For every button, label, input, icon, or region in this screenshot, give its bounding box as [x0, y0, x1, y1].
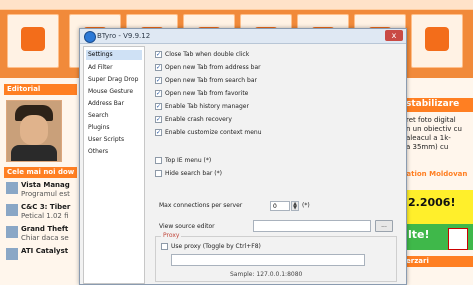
right-text-line: ret foto digital: [406, 116, 456, 124]
option-label: Open new Tab from address bar: [165, 64, 261, 71]
settings-dialog: BTyro - V9.9.12 x Settings Ad Filter Sup…: [79, 28, 407, 285]
option-label: Close Tab when double click: [165, 51, 250, 58]
option-label: Use proxy (Toggle by Ctrl+F8): [171, 243, 261, 250]
settings-panel: Close Tab when double click Open new Tab…: [147, 46, 403, 282]
option-label: Top IE menu (*): [165, 157, 212, 164]
news-sub: Programul est: [21, 190, 70, 198]
dialog-titlebar[interactable]: BTyro - V9.9.12 x: [80, 29, 406, 44]
pdf-icon: [448, 228, 468, 250]
news-sub: Petical 1.02 fi: [21, 212, 69, 220]
max-connections-label: Max connections per server: [159, 202, 243, 209]
news-thumb: [6, 248, 18, 260]
settings-nav: Settings Ad Filter Super Drag Drop Mouse…: [83, 46, 145, 284]
photo-shirt: [11, 145, 57, 161]
checkbox[interactable]: [155, 170, 162, 177]
proxy-sample-text: Sample: 127.0.0.1:8080: [230, 271, 303, 278]
news-item[interactable]: C&C 3: Tiber Petical 1.02 fi: [6, 203, 77, 225]
news-title: ATI Catalyst: [21, 247, 69, 255]
app-icon: [84, 31, 96, 43]
right-section-header: stabilizare: [404, 98, 473, 112]
website-home-tile[interactable]: [7, 14, 59, 68]
option-label: Enable crash recovery: [165, 116, 232, 123]
nav-item-super-drag-drop[interactable]: Super Drag Drop: [86, 75, 142, 85]
nav-item-search[interactable]: Search: [86, 111, 142, 121]
option-label: Open new Tab from search bar: [165, 77, 257, 84]
news-item[interactable]: ATI Catalyst: [6, 247, 77, 269]
downloads-title: Cele mai noi dow: [7, 168, 75, 176]
checkbox[interactable]: [155, 102, 162, 112]
editorial-title: Editorial: [7, 85, 41, 93]
right-bottom-title: erzari: [406, 257, 429, 265]
news-thumb: [6, 182, 18, 194]
checkbox[interactable]: [155, 50, 162, 60]
right-bottom-header: erzari: [404, 256, 473, 267]
yellow-banner-text: 2.2006!: [408, 196, 456, 209]
max-connections-input[interactable]: 0: [270, 201, 290, 211]
proxy-input[interactable]: [171, 254, 365, 266]
max-connections-stepper[interactable]: ▲ ▼: [291, 201, 299, 211]
nav-item-plugins[interactable]: Plugins: [86, 123, 142, 133]
checkbox[interactable]: [155, 128, 162, 138]
proxy-legend: Proxy: [161, 232, 182, 240]
checkbox[interactable]: [155, 115, 162, 125]
news-title: Vista Manag: [21, 181, 70, 189]
checkbox[interactable]: [155, 63, 162, 73]
option-label: Enable Tab history manager: [165, 103, 249, 110]
view-source-label: View source editor: [159, 223, 215, 230]
photo-head: [20, 115, 48, 145]
nav-tile-icon: [425, 27, 449, 51]
news-item[interactable]: Vista Manag Programul est: [6, 181, 77, 203]
nav-item-user-scripts[interactable]: User Scripts: [86, 135, 142, 145]
right-yellow-banner[interactable]: 2.2006!: [404, 190, 473, 224]
nav-item-address-bar[interactable]: Address Bar: [86, 99, 142, 109]
right-text-line: n un obiectiv cu: [406, 125, 462, 133]
nav-item-mouse-gesture[interactable]: Mouse Gesture: [86, 87, 142, 97]
view-source-input[interactable]: [253, 220, 371, 232]
website-nav-tile[interactable]: [411, 14, 463, 68]
news-sub: Chiar daca se: [21, 234, 69, 242]
option-label: Enable customize context menu: [165, 129, 262, 136]
close-button[interactable]: x: [385, 30, 403, 41]
max-connections-note: (*): [302, 202, 310, 209]
nav-item-ad-filter[interactable]: Ad Filter: [86, 63, 142, 73]
right-link[interactable]: lation Moldovan: [404, 170, 467, 178]
nav-item-settings[interactable]: Settings: [86, 50, 142, 60]
editorial-header: Editorial: [4, 84, 77, 95]
news-thumb: [6, 226, 18, 238]
right-text-line: a 35mm) cu: [406, 143, 449, 151]
website-top-strip: [0, 0, 473, 10]
right-section-title: stabilizare: [406, 99, 460, 109]
dialog-title: BTyro - V9.9.12: [97, 32, 151, 40]
option-label: Open new Tab from favorite: [165, 90, 249, 97]
home-icon: [21, 27, 45, 51]
checkbox[interactable]: [155, 76, 162, 86]
nav-item-others[interactable]: Others: [86, 147, 142, 157]
checkbox[interactable]: [161, 243, 168, 250]
news-item[interactable]: Grand Theft Chiar daca se: [6, 225, 77, 247]
green-banner-text: lte!: [408, 228, 430, 241]
browse-button[interactable]: ...: [375, 220, 393, 232]
news-title: C&C 3: Tiber: [21, 203, 71, 211]
checkbox[interactable]: [155, 89, 162, 99]
option-label: Hide search bar (*): [165, 170, 222, 177]
downloads-header: Cele mai noi dow: [4, 167, 77, 178]
news-thumb: [6, 204, 18, 216]
right-text-line: aleacul a 1k-: [406, 134, 451, 142]
news-title: Grand Theft: [21, 225, 69, 233]
editorial-photo: [6, 100, 62, 162]
checkbox[interactable]: [155, 157, 162, 164]
